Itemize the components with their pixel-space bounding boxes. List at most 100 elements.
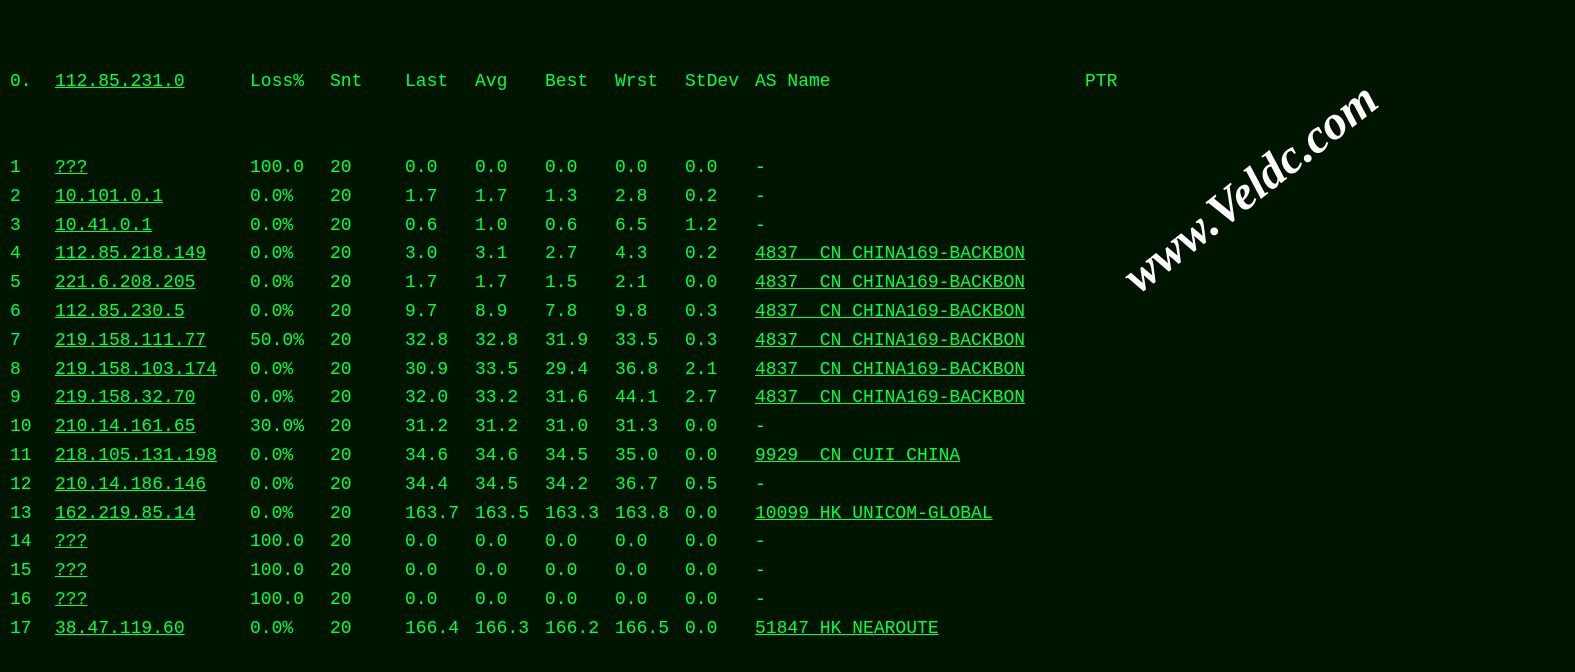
hop-best: 163.3 [545,500,615,529]
hop-number: 10 [10,413,55,442]
hop-stdev: 0.0 [685,586,755,615]
hop-best: 0.6 [545,212,615,241]
header-avg: Avg [475,68,545,97]
header-host: 112.85.231.0 [55,68,250,97]
header-snt: Snt [330,68,405,97]
hop-wrst: 2.1 [615,269,685,298]
hop-stdev: 2.7 [685,384,755,413]
hop-number: 5 [10,269,55,298]
hop-snt: 20 [330,586,405,615]
hop-row: 9219.158.32.700.0%2032.033.231.644.12.74… [10,384,1565,413]
hop-best: 0.0 [545,528,615,557]
hop-wrst: 31.3 [615,413,685,442]
hop-host: 219.158.111.77 [55,327,250,356]
hop-loss: 0.0% [250,442,330,471]
hop-stdev: 0.0 [685,442,755,471]
hop-host: 10.41.0.1 [55,212,250,241]
hop-loss: 30.0% [250,413,330,442]
hop-snt: 20 [330,298,405,327]
hop-row: 12210.14.186.1460.0%2034.434.534.236.70.… [10,471,1565,500]
hop-avg: 31.2 [475,413,545,442]
hop-best: 0.0 [545,557,615,586]
hop-wrst: 4.3 [615,240,685,269]
hop-stdev: 0.5 [685,471,755,500]
hop-asname: 4837 CN CHINA169-BACKBON [755,356,1085,385]
hop-number: 17 [10,615,55,644]
hop-avg: 3.1 [475,240,545,269]
header-ptr: PTR [1085,68,1155,97]
hop-host: ??? [55,557,250,586]
hop-row: 11218.105.131.1980.0%2034.634.634.535.00… [10,442,1565,471]
hop-number: 6 [10,298,55,327]
hop-wrst: 33.5 [615,327,685,356]
hop-stdev: 0.2 [685,183,755,212]
hop-host: 218.105.131.198 [55,442,250,471]
hop-stdev: 0.2 [685,240,755,269]
hop-row: 14???100.0200.00.00.00.00.0- [10,528,1565,557]
hop-host: 162.219.85.14 [55,500,250,529]
hop-stdev: 0.3 [685,298,755,327]
hop-asname: 9929 CN CUII CHINA [755,442,1085,471]
hop-snt: 20 [330,442,405,471]
hop-avg: 0.0 [475,528,545,557]
hop-best: 1.5 [545,269,615,298]
hop-host: ??? [55,154,250,183]
hop-best: 7.8 [545,298,615,327]
hop-last: 32.8 [405,327,475,356]
hop-best: 31.9 [545,327,615,356]
hop-last: 0.0 [405,586,475,615]
hop-snt: 20 [330,384,405,413]
hop-row: 4112.85.218.1490.0%203.03.12.74.30.24837… [10,240,1565,269]
hop-last: 32.0 [405,384,475,413]
hop-last: 9.7 [405,298,475,327]
hop-avg: 34.6 [475,442,545,471]
header-stdev: StDev [685,68,755,97]
hop-snt: 20 [330,154,405,183]
hop-snt: 20 [330,183,405,212]
hop-last: 166.4 [405,615,475,644]
header-row: 0. 112.85.231.0 Loss% Snt Last Avg Best … [10,68,1565,97]
hop-avg: 32.8 [475,327,545,356]
hop-loss: 100.0 [250,586,330,615]
hop-loss: 0.0% [250,471,330,500]
hop-best: 34.5 [545,442,615,471]
hop-asname: - [755,557,1085,586]
hop-host: 210.14.186.146 [55,471,250,500]
hop-snt: 20 [330,356,405,385]
hop-host: 210.14.161.65 [55,413,250,442]
hop-asname: 51847 HK NEAROUTE [755,615,1085,644]
hop-asname: - [755,586,1085,615]
header-num: 0. [10,68,55,97]
hop-stdev: 1.2 [685,212,755,241]
hop-snt: 20 [330,528,405,557]
hop-asname: 4837 CN CHINA169-BACKBON [755,269,1085,298]
hop-host: 38.47.119.60 [55,615,250,644]
hop-last: 0.6 [405,212,475,241]
hop-last: 31.2 [405,413,475,442]
hop-wrst: 9.8 [615,298,685,327]
hop-snt: 20 [330,500,405,529]
hop-wrst: 44.1 [615,384,685,413]
hop-asname: 4837 CN CHINA169-BACKBON [755,298,1085,327]
hop-snt: 20 [330,212,405,241]
hop-number: 11 [10,442,55,471]
hop-row: 6112.85.230.50.0%209.78.97.89.80.34837 C… [10,298,1565,327]
header-loss: Loss% [250,68,330,97]
hop-stdev: 0.0 [685,528,755,557]
hop-asname: - [755,183,1085,212]
hop-snt: 20 [330,327,405,356]
hop-row: 15???100.0200.00.00.00.00.0- [10,557,1565,586]
hop-host: 219.158.32.70 [55,384,250,413]
hop-avg: 1.7 [475,183,545,212]
hop-number: 12 [10,471,55,500]
hop-loss: 0.0% [250,240,330,269]
hop-asname: - [755,212,1085,241]
hop-asname: 4837 CN CHINA169-BACKBON [755,327,1085,356]
hop-loss: 0.0% [250,356,330,385]
hop-host: ??? [55,528,250,557]
hop-loss: 0.0% [250,183,330,212]
hop-stdev: 0.3 [685,327,755,356]
hop-stdev: 2.1 [685,356,755,385]
hop-row: 13162.219.85.140.0%20163.7163.5163.3163.… [10,500,1565,529]
hop-row: 16???100.0200.00.00.00.00.0- [10,586,1565,615]
